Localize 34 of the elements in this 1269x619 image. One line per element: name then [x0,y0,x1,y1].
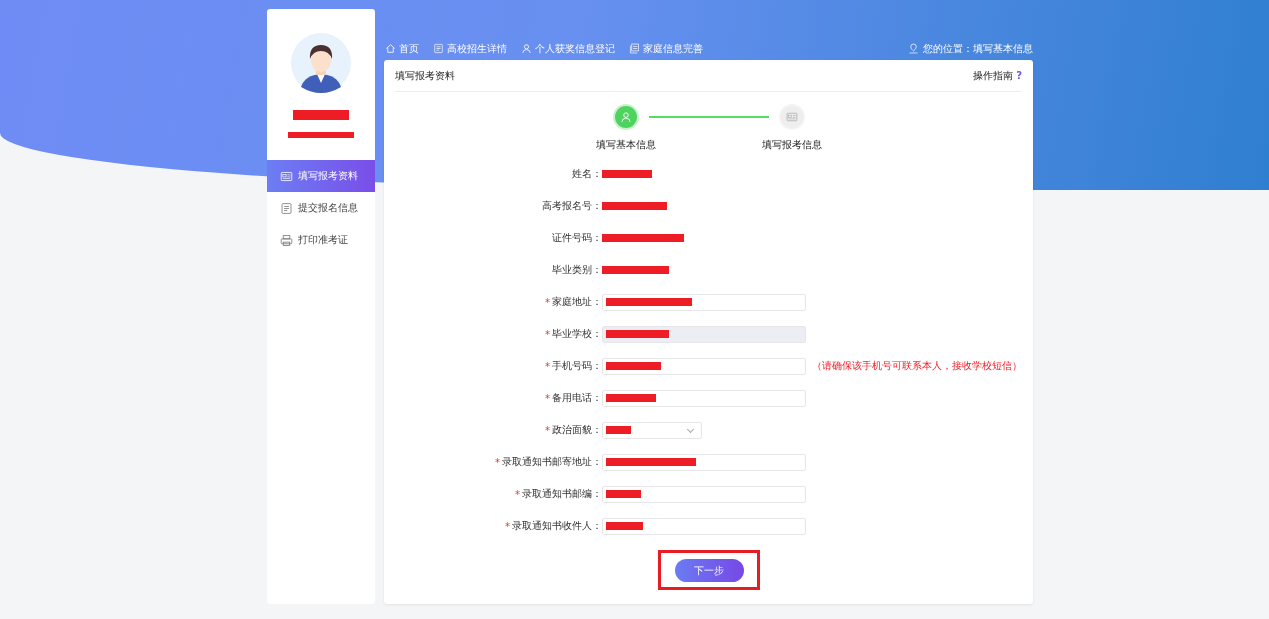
required-mark: * [545,328,550,340]
required-mark: * [505,520,510,532]
field-label: 家庭地址： [552,295,602,309]
field-label: 录取通知书收件人： [512,519,602,533]
sidebar-item[interactable]: 提交报名信息 [267,192,375,224]
sidebar-item[interactable]: 填写报考资料 [267,160,375,192]
hint-text: （请确保该手机号可联系本人，接收学校短信） [812,359,1022,373]
required-mark: * [495,456,500,468]
field-label: 毕业学校： [552,327,602,341]
field-label: 手机号码： [552,359,602,373]
step-label: 填写报考信息 [761,138,822,152]
field-label: 录取通知书邮编： [522,487,602,501]
next-button[interactable]: 下一步 [674,559,744,582]
required-mark: * [515,488,520,500]
field-label: 毕业类别： [552,263,602,277]
required-mark: * [545,296,550,308]
required-mark: * [545,424,550,436]
nav-link[interactable]: 高校招生详情 [433,41,507,56]
field-label: 政治面貌： [552,423,602,437]
field-label: 姓名： [572,167,602,181]
field-label: 备用电话： [552,391,602,405]
sidebar-item[interactable]: 打印准考证 [267,224,375,256]
field-label: 高考报名号： [542,199,602,213]
field-label: 证件号码： [552,231,602,245]
step-label: 填写基本信息 [595,138,656,152]
required-mark: * [545,392,550,404]
nav-link[interactable]: 家庭信息完善 [629,41,703,56]
card-title: 填写报考资料 [395,68,455,83]
breadcrumb: 您的位置：填写基本信息 [923,41,1033,56]
nav-link[interactable]: 首页 [385,41,419,56]
field-label: 录取通知书邮寄地址： [502,455,602,469]
nav-link[interactable]: 个人获奖信息登记 [521,41,615,56]
required-mark: * [545,360,550,372]
guide-link[interactable]: 操作指南 ? [973,68,1022,83]
